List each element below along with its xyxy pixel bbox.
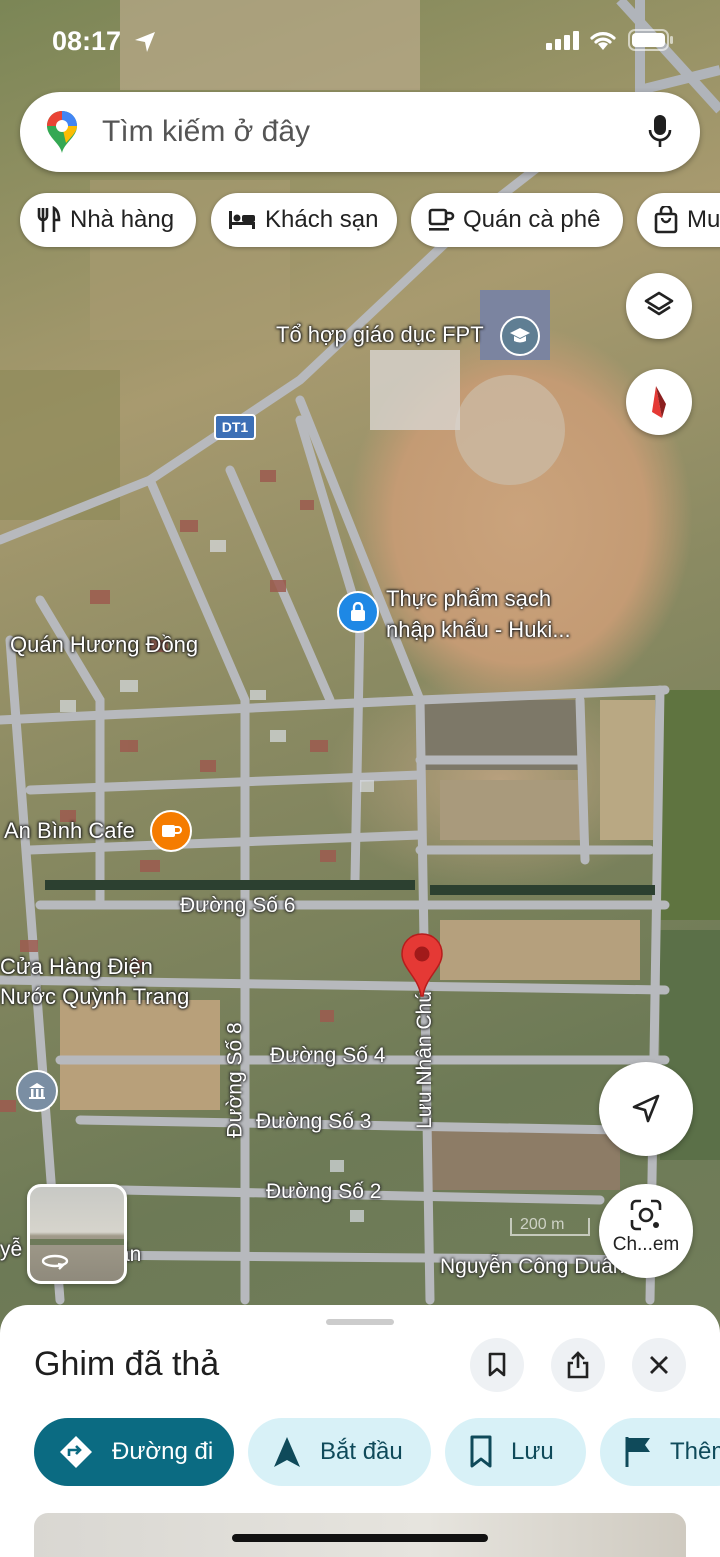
bottom-sheet[interactable]: Ghim đã thả Đường đi Bắt đầu Lưu Thê bbox=[0, 1305, 720, 1557]
coffee-icon bbox=[428, 208, 455, 231]
chip-hotels[interactable]: Khách sạn bbox=[211, 193, 397, 247]
street-label-so8: Đường Số 8 bbox=[223, 1022, 247, 1138]
location-arrow-icon bbox=[135, 32, 155, 52]
search-placeholder[interactable]: Tìm kiếm ở đây bbox=[102, 115, 310, 149]
hotel-icon bbox=[229, 211, 255, 229]
poi-label-an-binh[interactable]: An Bình Cafe bbox=[4, 818, 135, 844]
search-bar[interactable]: Tìm kiếm ở đây bbox=[20, 92, 700, 172]
layers-icon bbox=[644, 291, 674, 316]
wifi-icon bbox=[590, 32, 616, 50]
poi-label-quynh-line2[interactable]: Nước Quỳnh Trang bbox=[0, 984, 189, 1010]
compass-icon bbox=[652, 386, 666, 418]
street-label-so3: Đường Số 3 bbox=[256, 1110, 372, 1133]
rotate-360-icon bbox=[41, 1254, 69, 1270]
directions-button[interactable]: Đường đi bbox=[34, 1418, 234, 1486]
street-label-nguyen-cong-duan: Nguyễn Công Duẩn bbox=[440, 1255, 625, 1278]
status-bar: 08:17 bbox=[0, 0, 720, 80]
share-icon bbox=[567, 1351, 589, 1379]
dropped-pin-icon[interactable] bbox=[399, 932, 445, 998]
navigation-arrow-icon bbox=[274, 1437, 300, 1467]
road-badge-dt1: DT1 bbox=[214, 414, 256, 440]
start-label: Bắt đầu bbox=[320, 1438, 403, 1465]
save-action-button[interactable]: Lưu bbox=[445, 1418, 586, 1486]
chip-hotels-label: Khách sạn bbox=[265, 206, 379, 233]
chip-coffee-label: Quán cà phê bbox=[463, 206, 601, 233]
navigation-arrow-icon bbox=[632, 1094, 660, 1123]
museum-icon[interactable] bbox=[16, 1070, 58, 1112]
road-badge-label: DT1 bbox=[221, 419, 249, 435]
drag-handle[interactable] bbox=[326, 1319, 394, 1325]
shopping-bag-icon bbox=[654, 206, 678, 234]
poi-label-food-line1[interactable]: Thực phẩm sạch bbox=[386, 586, 551, 612]
street-label-so6: Đường Số 6 bbox=[180, 894, 296, 917]
my-location-button[interactable] bbox=[599, 1062, 693, 1156]
poi-label-huong-dong[interactable]: Quán Hương Đồng bbox=[10, 632, 198, 658]
sheet-title: Ghim đã thả bbox=[34, 1345, 220, 1383]
chip-shopping[interactable]: Mu bbox=[637, 193, 720, 247]
chip-shopping-label: Mu bbox=[687, 206, 720, 233]
shopping-lock-icon[interactable] bbox=[337, 591, 379, 633]
microphone-icon[interactable] bbox=[648, 114, 672, 150]
street-label-luu-nhan-chu: Lưu Nhân Chú bbox=[412, 991, 436, 1129]
chip-restaurants-label: Nhà hàng bbox=[70, 206, 175, 233]
street-label-so4: Đường Số 4 bbox=[270, 1044, 386, 1067]
layers-button[interactable] bbox=[626, 273, 692, 339]
school-icon[interactable] bbox=[500, 316, 540, 356]
poi-label-quynh-line1[interactable]: Cửa Hàng Điện bbox=[0, 954, 153, 980]
poi-label-fpt[interactable]: Tổ hợp giáo dục FPT bbox=[276, 322, 484, 348]
street-label-partial-left: yễ bbox=[0, 1238, 23, 1261]
chip-restaurants[interactable]: Nhà hàng bbox=[20, 193, 196, 247]
street-view-thumbnail[interactable] bbox=[27, 1184, 127, 1284]
lens-button[interactable]: Ch...em bbox=[599, 1184, 693, 1278]
flag-icon bbox=[625, 1437, 650, 1467]
share-button[interactable] bbox=[551, 1338, 605, 1392]
save-button[interactable] bbox=[470, 1338, 524, 1392]
scale-label: 200 m bbox=[520, 1216, 565, 1233]
battery-icon bbox=[628, 29, 673, 51]
bookmark-icon bbox=[488, 1352, 506, 1377]
maps-pin-logo-icon bbox=[47, 111, 77, 153]
more-label: Thêm bbox=[670, 1438, 720, 1465]
camera-lens-icon bbox=[630, 1199, 662, 1231]
save-action-label: Lưu bbox=[511, 1438, 554, 1465]
close-icon bbox=[650, 1356, 668, 1374]
directions-icon bbox=[60, 1436, 92, 1468]
poi-label-food-line2[interactable]: nhập khẩu - Huki... bbox=[386, 617, 571, 643]
lens-label: Ch...em bbox=[612, 1234, 680, 1255]
signal-icon bbox=[546, 31, 579, 50]
directions-label: Đường đi bbox=[112, 1438, 214, 1465]
chip-coffee[interactable]: Quán cà phê bbox=[411, 193, 623, 247]
bookmark-icon bbox=[470, 1435, 492, 1468]
close-button[interactable] bbox=[632, 1338, 686, 1392]
street-label-so2: Đường Số 2 bbox=[266, 1180, 382, 1203]
start-button[interactable]: Bắt đầu bbox=[248, 1418, 431, 1486]
home-indicator bbox=[232, 1534, 488, 1542]
cafe-icon[interactable] bbox=[150, 810, 192, 852]
compass-button[interactable] bbox=[626, 369, 692, 435]
restaurant-icon bbox=[37, 206, 61, 232]
more-button[interactable]: Thêm bbox=[600, 1418, 720, 1486]
status-time: 08:17 bbox=[52, 26, 122, 56]
